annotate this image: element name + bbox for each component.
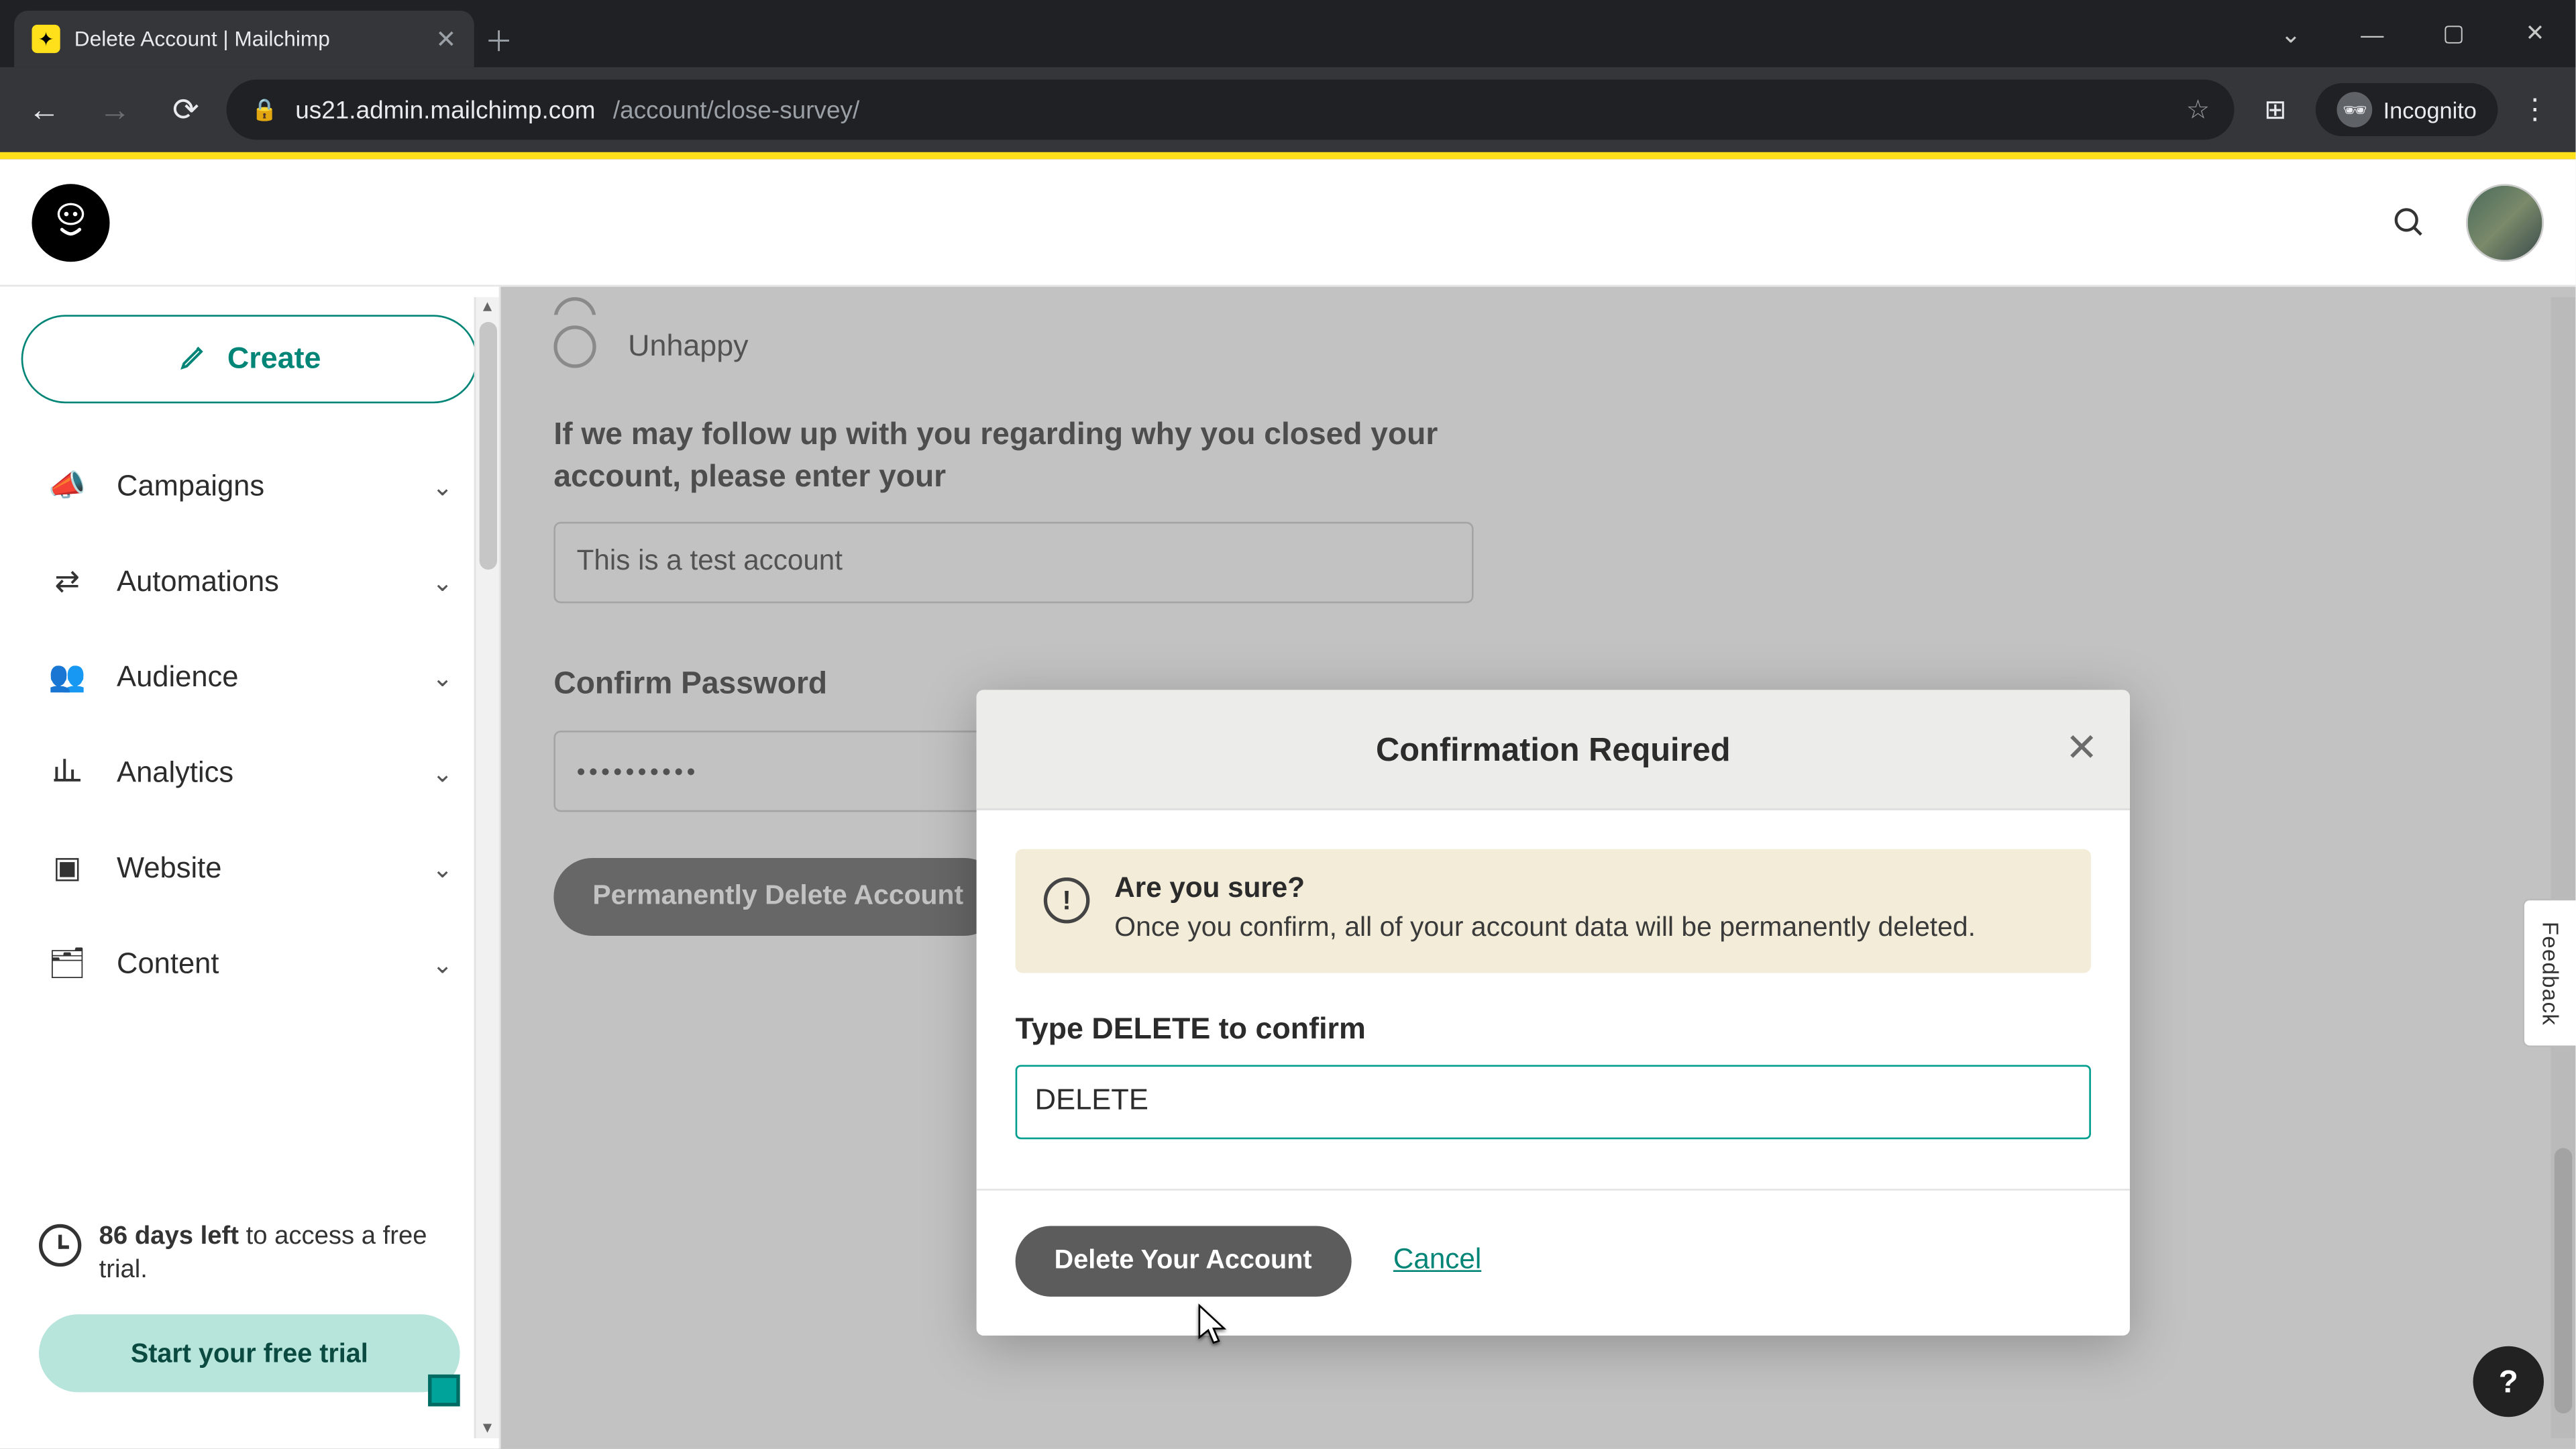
mailchimp-logo[interactable] xyxy=(32,183,109,261)
close-tab-icon[interactable]: ✕ xyxy=(435,24,456,54)
color-swatch-icon[interactable] xyxy=(428,1375,460,1406)
forward-button[interactable]: → xyxy=(85,80,146,140)
browser-tab[interactable]: ✦ Delete Account | Mailchimp ✕ xyxy=(14,11,474,67)
address-bar[interactable]: 🔒 us21.admin.mailchimp.com/account/close… xyxy=(227,80,2235,140)
extensions-icon[interactable]: ⊞ xyxy=(2245,80,2306,140)
window-controls: ⌄ ― ▢ ✕ xyxy=(2250,0,2575,67)
create-button[interactable]: Create xyxy=(21,315,478,403)
new-tab-button[interactable]: ＋ xyxy=(474,11,524,67)
megaphone-icon: 📣 xyxy=(46,469,89,504)
search-icon[interactable] xyxy=(2374,186,2445,257)
sidebar-item-label: Automations xyxy=(117,566,279,599)
chevron-down-icon: ⌄ xyxy=(432,567,453,597)
brand-accent-strip xyxy=(0,152,2575,160)
sidebar-item-content[interactable]: 🗂 Content ⌄ xyxy=(21,920,478,1008)
chevron-down-icon: ⌄ xyxy=(432,663,453,693)
people-icon: 👥 xyxy=(46,660,89,696)
app-header xyxy=(0,159,2575,286)
delete-account-button[interactable]: Delete Your Account xyxy=(1016,1226,1351,1296)
modal-footer: Delete Your Account Cancel xyxy=(977,1189,2130,1336)
sidebar-item-label: Campaigns xyxy=(117,470,264,503)
incognito-icon: 🕶 xyxy=(2337,92,2373,127)
chevron-down-icon: ⌄ xyxy=(432,472,453,502)
folder-icon: 🗂 xyxy=(46,947,89,982)
sidebar-item-automations[interactable]: ⇄ Automations ⌄ xyxy=(21,538,478,627)
mailchimp-favicon: ✦ xyxy=(32,25,60,53)
warning-alert: ! Are you sure? Once you confirm, all of… xyxy=(1016,849,2091,973)
sidebar-item-label: Analytics xyxy=(117,756,233,790)
url-path: /account/close-survey/ xyxy=(613,95,859,123)
pencil-icon xyxy=(178,339,209,380)
layout-icon: ▣ xyxy=(46,851,89,886)
tab-title: Delete Account | Mailchimp xyxy=(74,27,422,52)
modal-title: Confirmation Required xyxy=(1376,730,1731,769)
chevron-down-icon: ⌄ xyxy=(432,853,453,883)
scroll-up-icon[interactable]: ▴ xyxy=(483,297,492,317)
alert-title: Are you sure? xyxy=(1114,874,1976,906)
sidebar-item-website[interactable]: ▣ Website ⌄ xyxy=(21,824,478,913)
user-avatar[interactable] xyxy=(2466,183,2544,261)
window-maximize-icon[interactable]: ▢ xyxy=(2413,0,2494,67)
confirm-input[interactable]: DELETE xyxy=(1016,1065,2091,1139)
alert-text: Once you confirm, all of your account da… xyxy=(1114,911,1976,948)
sidebar-item-label: Content xyxy=(117,947,219,981)
incognito-badge[interactable]: 🕶 Incognito xyxy=(2316,83,2498,136)
trial-card: 86 days left to access a free trial. Sta… xyxy=(21,1199,478,1413)
window-close-icon[interactable]: ✕ xyxy=(2494,0,2575,67)
sidebar-item-label: Audience xyxy=(117,661,238,694)
lock-icon: 🔒 xyxy=(251,97,277,122)
chevron-down-icon: ⌄ xyxy=(432,949,453,979)
sidebar-item-label: Website xyxy=(117,852,221,885)
browser-menu-icon[interactable]: ⋮ xyxy=(2508,92,2561,127)
scrollbar-thumb[interactable] xyxy=(478,322,496,570)
trial-text: 86 days left to access a free trial. xyxy=(99,1220,460,1289)
bar-chart-icon xyxy=(46,753,89,794)
browser-toolbar: ← → ⟳ 🔒 us21.admin.mailchimp.com/account… xyxy=(0,67,2575,152)
sidebar-item-analytics[interactable]: Analytics ⌄ xyxy=(21,729,478,817)
close-icon[interactable]: ✕ xyxy=(2065,725,2098,771)
start-trial-button[interactable]: Start your free trial xyxy=(39,1314,460,1392)
confirmation-modal: Confirmation Required ✕ ! Are you sure? … xyxy=(977,690,2130,1335)
back-button[interactable]: ← xyxy=(14,80,74,140)
flow-icon: ⇄ xyxy=(46,564,89,600)
browser-tab-strip: ✦ Delete Account | Mailchimp ✕ ＋ ⌄ ― ▢ ✕ xyxy=(0,0,2575,67)
sidebar-item-campaigns[interactable]: 📣 Campaigns ⌄ xyxy=(21,442,478,531)
cancel-link[interactable]: Cancel xyxy=(1393,1245,1481,1277)
chevron-down-icon: ⌄ xyxy=(432,758,453,788)
window-minimize-icon[interactable]: ― xyxy=(2332,0,2413,67)
tabs-dropdown-icon[interactable]: ⌄ xyxy=(2250,0,2331,67)
create-label: Create xyxy=(227,341,321,377)
url-host: us21.admin.mailchimp.com xyxy=(295,95,595,123)
sidebar-scrollbar[interactable]: ▴ ▾ xyxy=(474,297,499,1438)
alert-icon: ! xyxy=(1044,877,1090,924)
reload-button[interactable]: ⟳ xyxy=(156,80,216,140)
sidebar-item-audience[interactable]: 👥 Audience ⌄ xyxy=(21,633,478,722)
sidebar: Create 📣 Campaigns ⌄ ⇄ Automations ⌄ 👥 A… xyxy=(0,286,499,1449)
feedback-tab[interactable]: Feedback xyxy=(2522,899,2575,1048)
incognito-label: Incognito xyxy=(2383,97,2477,123)
modal-header: Confirmation Required ✕ xyxy=(977,690,2130,810)
confirm-label: Type DELETE to confirm xyxy=(1016,1012,2091,1047)
bookmark-star-icon[interactable]: ☆ xyxy=(2186,94,2210,125)
scroll-down-icon[interactable]: ▾ xyxy=(483,1419,492,1438)
help-button[interactable]: ? xyxy=(2473,1346,2544,1417)
clock-icon xyxy=(39,1224,81,1266)
